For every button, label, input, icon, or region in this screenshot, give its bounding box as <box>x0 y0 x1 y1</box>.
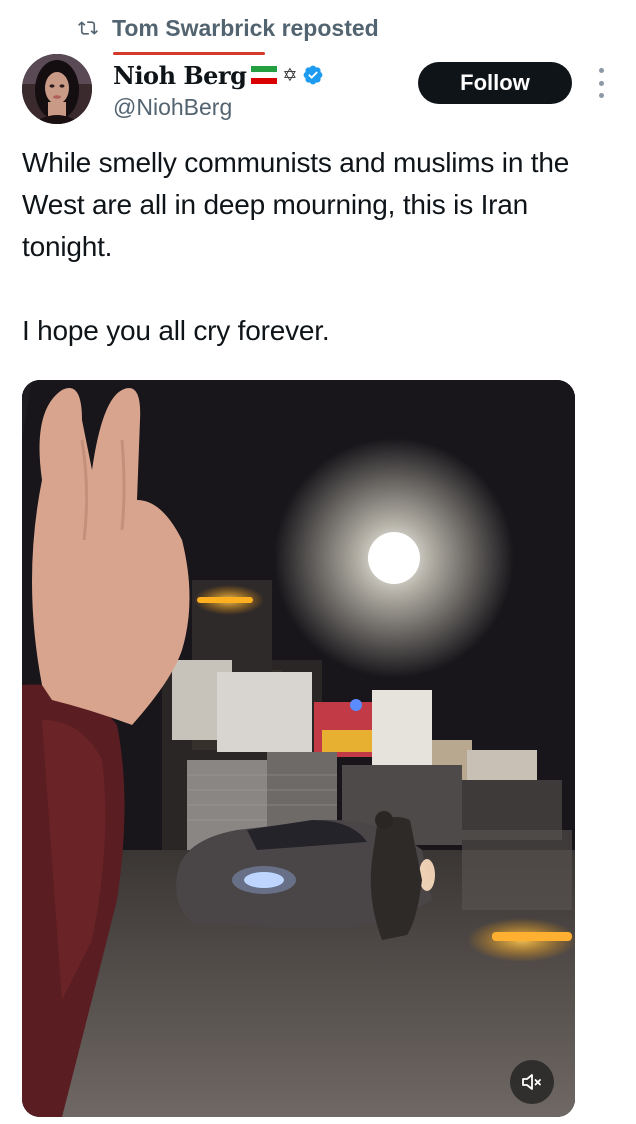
verified-badge-icon <box>304 65 323 85</box>
repost-text: Tom Swarbrick reposted <box>112 14 379 41</box>
volume-muted-icon <box>522 1074 541 1090</box>
author-handle[interactable]: @NiohBerg <box>113 94 324 121</box>
video-frame <box>22 380 575 1117</box>
repost-icon <box>78 21 98 35</box>
author-info[interactable]: Nioh Berg ✡ @NiohBerg <box>113 52 324 121</box>
follow-button[interactable]: Follow <box>418 62 572 104</box>
tweet-paragraph: While smelly communists and muslims in t… <box>22 147 570 262</box>
more-vertical-icon[interactable] <box>594 68 608 98</box>
mute-button[interactable] <box>510 1060 554 1104</box>
name-underline-decoration <box>113 52 265 55</box>
star-of-david-icon: ✡ <box>282 64 298 85</box>
avatar[interactable] <box>22 54 92 124</box>
iran-flag-icon <box>251 66 278 84</box>
author-display-name[interactable]: Nioh Berg <box>113 61 247 90</box>
repost-indicator[interactable]: Tom Swarbrick reposted <box>78 12 379 44</box>
tweet-paragraph: I hope you all cry forever. <box>22 315 330 346</box>
tweet-text: While smelly communists and muslims in t… <box>22 142 622 352</box>
video-player[interactable] <box>22 380 575 1117</box>
